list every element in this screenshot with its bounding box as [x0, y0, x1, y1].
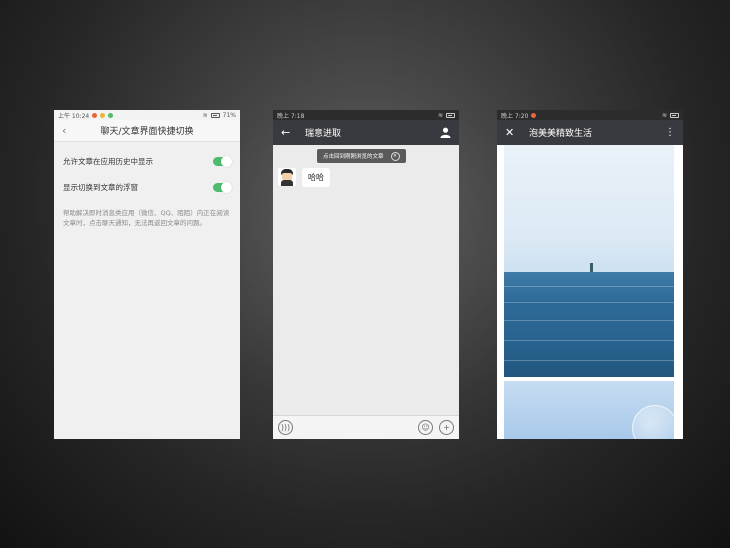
status-time: 上午 10:24: [58, 112, 90, 120]
page-title: 聊天/文章界面快捷切换: [100, 127, 194, 137]
battery-percent: 71%: [222, 111, 236, 119]
bubble-orb: [632, 405, 674, 439]
notification-icon: [108, 112, 114, 118]
article-content: [497, 145, 683, 439]
chat-screen: 晚上 7:18 ≋ ← 瑞意进取 点击回到刚刚浏览的文章 × 哈哈 ))) ☺ …: [273, 110, 459, 439]
battery-icon: [670, 112, 679, 118]
close-icon[interactable]: ✕: [505, 126, 519, 139]
status-time: 晚上 7:18: [277, 112, 305, 120]
app-header: ‹ 聊天/文章界面快捷切换: [54, 120, 240, 142]
status-bar: 晚上 7:20 ≋: [497, 110, 683, 120]
plus-icon[interactable]: +: [439, 420, 454, 435]
buoy: [590, 263, 593, 272]
setting-row-floating-window[interactable]: 显示切换到文章的浮窗: [54, 174, 240, 200]
chat-input-bar: ))) ☺ +: [273, 415, 459, 439]
message-input[interactable]: [299, 421, 412, 435]
contact-profile-icon[interactable]: [440, 123, 451, 142]
settings-screen: 上午 10:24 ≋ 71% ‹ 聊天/文章界面快捷切换 允许文章在应用历史中显…: [54, 110, 240, 439]
history-toggle[interactable]: [213, 155, 232, 167]
setting-label: 显示切换到文章的浮窗: [63, 182, 138, 192]
wifi-icon: ≋: [202, 111, 208, 119]
return-article-toast[interactable]: 点击回到刚刚浏览的文章 ×: [317, 149, 406, 163]
chat-message: 哈哈: [278, 168, 330, 187]
notification-icon: [92, 112, 98, 118]
close-icon[interactable]: ×: [390, 151, 400, 161]
back-arrow-icon[interactable]: ←: [281, 126, 295, 139]
article-header: ✕ 泡美美精致生活 ⋮: [497, 120, 683, 145]
more-vertical-icon[interactable]: ⋮: [665, 127, 675, 138]
floating-window-toggle[interactable]: [213, 181, 232, 193]
notification-icon: [531, 112, 537, 118]
wifi-icon: ≋: [661, 111, 667, 119]
setting-description: 帮助解决即时消息类应用（微信、QQ、陌陌）内正在阅读文章时，点击聊天通知，无法再…: [63, 209, 230, 227]
voice-icon[interactable]: ))): [278, 420, 293, 435]
article-screen: 晚上 7:20 ≋ ✕ 泡美美精致生活 ⋮: [497, 110, 683, 439]
setting-row-history[interactable]: 允许文章在应用历史中显示: [54, 148, 240, 174]
wifi-icon: ≋: [437, 111, 443, 119]
status-time: 晚上 7:20: [501, 112, 529, 120]
status-bar: 上午 10:24 ≋ 71%: [54, 110, 240, 120]
message-bubble[interactable]: 哈哈: [302, 168, 330, 187]
sea-image: [504, 145, 674, 377]
chat-title: 瑞意进取: [305, 129, 342, 139]
article-title: 泡美美精致生活: [529, 129, 593, 139]
chevron-left-icon[interactable]: ‹: [62, 124, 66, 137]
sky-image: [504, 381, 674, 439]
emoji-icon[interactable]: ☺: [418, 420, 433, 435]
avatar[interactable]: [278, 168, 296, 186]
battery-icon: [210, 112, 220, 118]
battery-icon: [446, 112, 455, 118]
setting-label: 允许文章在应用历史中显示: [63, 156, 153, 166]
chat-header: ← 瑞意进取: [273, 120, 459, 145]
status-bar: 晚上 7:18 ≋: [273, 110, 459, 120]
toast-text: 点击回到刚刚浏览的文章: [323, 154, 384, 160]
notification-icon: [100, 112, 106, 118]
sea-water: [504, 272, 674, 377]
